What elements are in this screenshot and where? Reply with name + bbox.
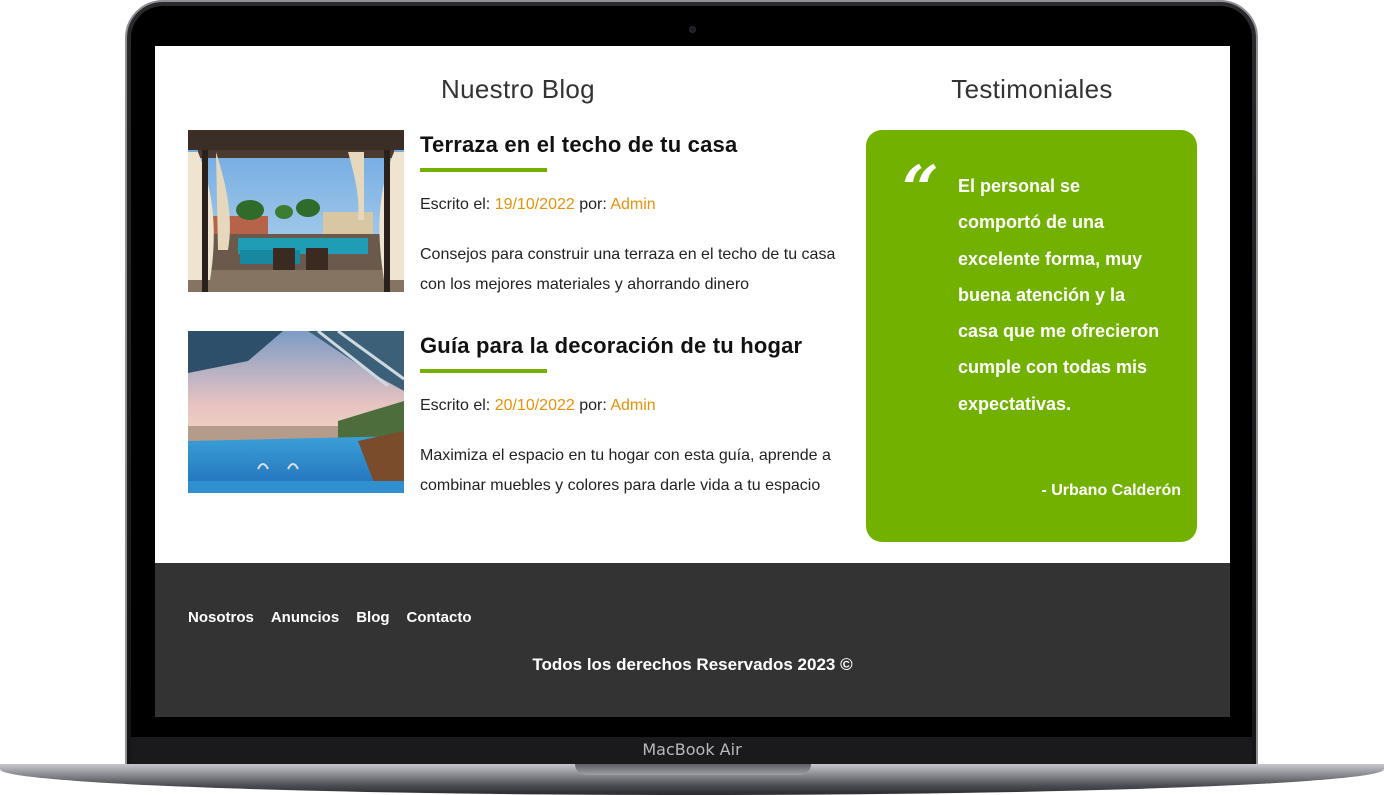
device-label: MacBook Air bbox=[642, 740, 742, 759]
copyright-text: Todos los derechos Reservados 2023 © bbox=[532, 655, 853, 674]
camera-icon bbox=[689, 26, 696, 33]
post-thumbnail-link[interactable] bbox=[188, 130, 404, 292]
author-label: por: bbox=[574, 397, 611, 414]
blog-post: Guía para la decoración de tu hogar Escr… bbox=[188, 331, 848, 496]
blog-heading: Nuestro Blog bbox=[441, 74, 595, 104]
testimonials-heading: Testimoniales bbox=[951, 74, 1113, 104]
testimonial-card: “ El personal se comportó de una excelen… bbox=[866, 130, 1197, 542]
quote-icon: “ bbox=[902, 152, 939, 227]
meta-label: Escrito el: bbox=[420, 196, 495, 213]
footer-link-blog[interactable]: Blog bbox=[356, 609, 389, 626]
post-thumbnail-link[interactable] bbox=[188, 331, 404, 493]
post-author: Admin bbox=[610, 397, 656, 414]
testimonial-author: - Urbano Calderón bbox=[1041, 482, 1181, 499]
main-content: Nuestro Blog Testimoniales Terraza en el… bbox=[155, 46, 1230, 563]
footer-link-contacto[interactable]: Contacto bbox=[407, 609, 472, 626]
testimonial-quote: El personal se comportó de una excelente… bbox=[958, 176, 1160, 414]
post-meta: Escrito el: 20/10/2022 por: Admin bbox=[420, 397, 656, 415]
author-label: por: bbox=[574, 196, 611, 213]
post-author: Admin bbox=[610, 196, 656, 213]
blog-post: Terraza en el techo de tu casa Escrito e… bbox=[188, 130, 848, 295]
rooftop-terrace-image bbox=[188, 130, 404, 292]
post-date: 19/10/2022 bbox=[494, 196, 575, 213]
post-meta: Escrito el: 19/10/2022 por: Admin bbox=[420, 196, 656, 214]
post-date: 20/10/2022 bbox=[494, 397, 575, 414]
title-underline bbox=[420, 168, 547, 172]
meta-label: Escrito el: bbox=[420, 397, 495, 414]
infinity-pool-image bbox=[188, 331, 404, 493]
footer-link-anuncios[interactable]: Anuncios bbox=[271, 609, 339, 626]
post-title[interactable]: Terraza en el techo de tu casa bbox=[420, 132, 737, 158]
post-excerpt: Maximiza el espacio en tu hogar con esta… bbox=[420, 447, 831, 494]
post-title[interactable]: Guía para la decoración de tu hogar bbox=[420, 333, 802, 359]
laptop-notch bbox=[575, 764, 811, 775]
post-excerpt: Consejos para construir una terraza en e… bbox=[420, 246, 836, 293]
footer-nav: Nosotros Anuncios Blog Contacto bbox=[188, 609, 472, 626]
site-footer: Nosotros Anuncios Blog Contacto Todos lo… bbox=[155, 563, 1230, 717]
title-underline bbox=[420, 369, 547, 373]
footer-link-nosotros[interactable]: Nosotros bbox=[188, 609, 254, 626]
browser-viewport: Nuestro Blog Testimoniales Terraza en el… bbox=[155, 46, 1230, 717]
